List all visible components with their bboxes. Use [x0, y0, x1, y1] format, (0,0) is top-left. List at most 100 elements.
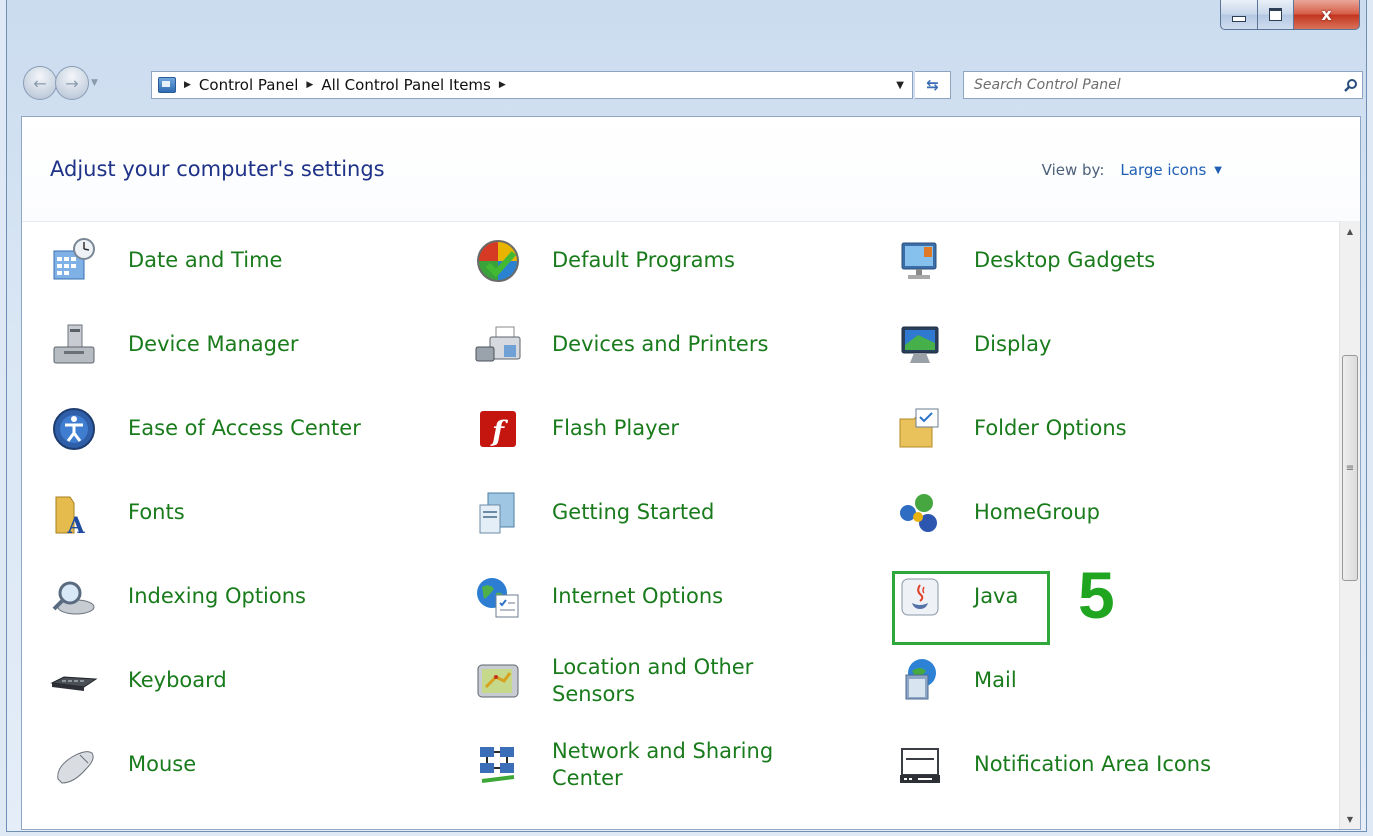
item-label[interactable]: Devices and Printers: [552, 331, 768, 358]
refresh-icon: ⇆: [926, 76, 939, 94]
item-label[interactable]: Mail: [974, 667, 1017, 694]
java-icon: [896, 573, 944, 621]
homegroup-icon: [896, 489, 944, 537]
search-input[interactable]: [972, 76, 1340, 94]
minimize-icon: [1232, 15, 1246, 22]
forward-arrow-icon: →: [65, 73, 79, 93]
control-panel-items: Date and Time Default Programs Desktop G…: [22, 221, 1340, 829]
breadcrumb-separator-icon[interactable]: ▶: [499, 80, 506, 90]
item-label[interactable]: Location and Other Sensors: [552, 654, 792, 709]
item-label[interactable]: Java: [974, 583, 1018, 610]
breadcrumb-separator-icon[interactable]: ▶: [184, 80, 191, 90]
item-label[interactable]: Date and Time: [128, 247, 282, 274]
item-label[interactable]: Indexing Options: [128, 583, 306, 610]
flash-player-icon: f: [474, 405, 522, 453]
internet-options-icon: [474, 573, 522, 621]
mail-icon: [896, 657, 944, 705]
item-mail[interactable]: Mail: [868, 651, 1017, 711]
item-label[interactable]: Getting Started: [552, 499, 714, 526]
item-default-programs[interactable]: Default Programs: [446, 231, 735, 291]
forward-button[interactable]: →: [55, 66, 89, 100]
item-label[interactable]: Fonts: [128, 499, 185, 526]
grip-icon: ≡: [1345, 462, 1355, 474]
scroll-down-icon[interactable]: ▼: [1340, 809, 1360, 829]
mouse-icon: [50, 741, 98, 789]
ease-of-access-icon: [50, 405, 98, 453]
item-homegroup[interactable]: HomeGroup: [868, 483, 1100, 543]
page-title: Adjust your computer's settings: [50, 157, 385, 181]
item-network-and-sharing-center[interactable]: Network and Sharing Center: [446, 735, 812, 795]
fonts-icon: A: [50, 489, 98, 539]
item-label[interactable]: Mouse: [128, 751, 196, 778]
vertical-scrollbar[interactable]: ▲ ≡ ▼: [1339, 221, 1360, 829]
maximize-button[interactable]: [1258, 0, 1294, 30]
address-bar[interactable]: ▶ Control Panel ▶ All Control Panel Item…: [151, 71, 913, 99]
item-devices-and-printers[interactable]: Devices and Printers: [446, 315, 768, 375]
minimize-button[interactable]: [1220, 0, 1258, 30]
item-date-and-time[interactable]: Date and Time: [22, 231, 282, 291]
item-fonts[interactable]: A Fonts: [22, 483, 185, 543]
item-label[interactable]: Network and Sharing Center: [552, 738, 812, 793]
refresh-button[interactable]: ⇆: [915, 71, 951, 99]
item-flash-player[interactable]: f Flash Player: [446, 399, 679, 459]
control-panel-icon: [158, 77, 176, 93]
recent-pages-dropdown[interactable]: ▼: [91, 78, 98, 88]
item-java[interactable]: Java: [868, 567, 1018, 627]
item-ease-of-access-center[interactable]: Ease of Access Center: [22, 399, 361, 459]
item-getting-started[interactable]: Getting Started: [446, 483, 714, 543]
breadcrumb-control-panel[interactable]: Control Panel: [199, 76, 298, 94]
control-panel-window: x ← → ▼ ▶ Control Panel ▶ All Control Pa…: [6, 0, 1367, 832]
item-folder-options[interactable]: Folder Options: [868, 399, 1127, 459]
item-label[interactable]: HomeGroup: [974, 499, 1100, 526]
item-label[interactable]: Ease of Access Center: [128, 415, 361, 442]
scroll-up-icon[interactable]: ▲: [1340, 221, 1360, 241]
item-keyboard[interactable]: Keyboard: [22, 651, 227, 711]
item-internet-options[interactable]: Internet Options: [446, 567, 723, 627]
location-sensors-icon: [474, 657, 522, 705]
getting-started-icon: [474, 489, 522, 537]
item-label[interactable]: Folder Options: [974, 415, 1127, 442]
notification-area-icon: [896, 741, 944, 789]
item-label[interactable]: Notification Area Icons: [974, 751, 1211, 778]
breadcrumb-all-items[interactable]: All Control Panel Items: [321, 76, 491, 94]
display-icon: [896, 321, 944, 369]
item-label[interactable]: Desktop Gadgets: [974, 247, 1155, 274]
item-label[interactable]: Display: [974, 331, 1051, 358]
view-by-dropdown[interactable]: Large icons: [1120, 161, 1206, 179]
search-box[interactable]: [963, 71, 1363, 99]
svg-text:A: A: [66, 513, 85, 537]
item-label[interactable]: Keyboard: [128, 667, 227, 694]
item-display[interactable]: Display: [868, 315, 1051, 375]
address-dropdown-icon[interactable]: ▼: [896, 80, 904, 91]
item-label[interactable]: Flash Player: [552, 415, 679, 442]
item-notification-area-icons[interactable]: Notification Area Icons: [868, 735, 1211, 795]
item-mouse[interactable]: Mouse: [22, 735, 196, 795]
default-programs-icon: [474, 237, 522, 285]
search-icon[interactable]: [1340, 78, 1362, 92]
close-button[interactable]: x: [1294, 0, 1360, 30]
content-header: Adjust your computer's settings View by:…: [22, 117, 1360, 222]
folder-options-icon: [896, 405, 944, 453]
item-device-manager[interactable]: Device Manager: [22, 315, 299, 375]
item-desktop-gadgets[interactable]: Desktop Gadgets: [868, 231, 1155, 291]
item-label[interactable]: Device Manager: [128, 331, 299, 358]
breadcrumb-separator-icon[interactable]: ▶: [306, 80, 313, 90]
item-indexing-options[interactable]: Indexing Options: [22, 567, 306, 627]
back-button[interactable]: ←: [23, 66, 57, 100]
view-by: View by: Large icons ▼: [1042, 161, 1222, 179]
item-location-and-other-sensors[interactable]: Location and Other Sensors: [446, 651, 792, 711]
chevron-down-icon[interactable]: ▼: [1214, 165, 1222, 176]
caption-buttons: x: [1220, 0, 1360, 30]
scrollbar-thumb[interactable]: ≡: [1342, 355, 1358, 581]
navigation-bar: ← → ▼ ▶ Control Panel ▶ All Control Pane…: [21, 64, 1363, 102]
view-by-label: View by:: [1041, 161, 1105, 179]
content-pane: Adjust your computer's settings View by:…: [21, 116, 1361, 830]
step-number: 5: [1078, 558, 1115, 632]
back-arrow-icon: ←: [33, 73, 47, 93]
desktop-gadgets-icon: [896, 237, 944, 285]
indexing-icon: [50, 573, 98, 621]
item-label[interactable]: Internet Options: [552, 583, 723, 610]
keyboard-icon: [50, 657, 98, 705]
date-time-icon: [50, 237, 98, 285]
item-label[interactable]: Default Programs: [552, 247, 735, 274]
